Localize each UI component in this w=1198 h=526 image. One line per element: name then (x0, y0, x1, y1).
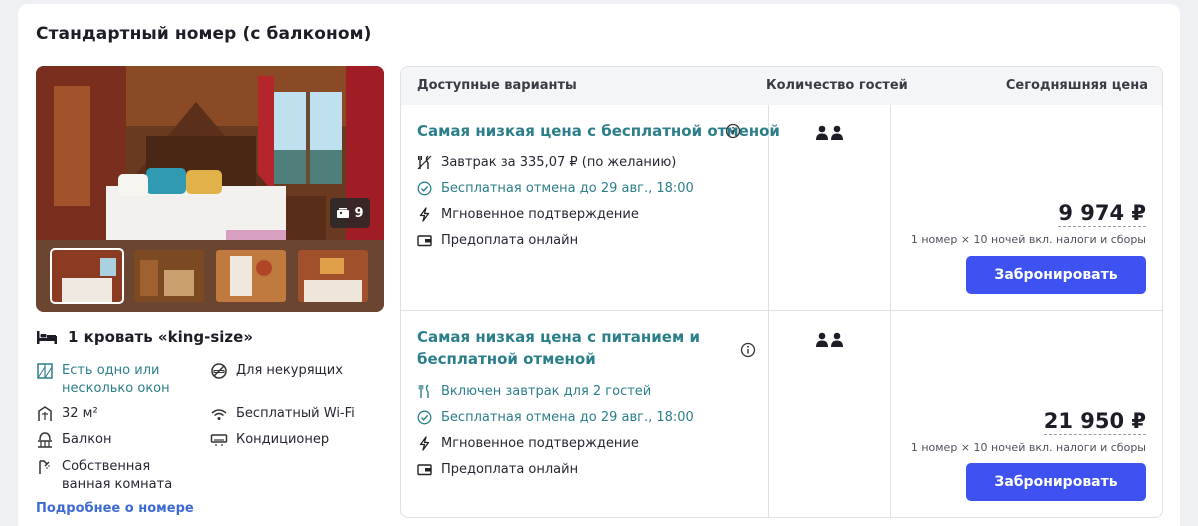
rate-options-table: Доступные варианты Количество гостей Сег… (400, 66, 1163, 518)
amenity-label: 32 м² (62, 406, 98, 421)
column-divider (768, 105, 769, 517)
rate-feature-instant: Мгновенное подтверждение (417, 436, 639, 451)
feature-label: Мгновенное подтверждение (441, 207, 639, 222)
column-divider (890, 105, 891, 517)
feature-label: Предоплата онлайн (441, 233, 579, 248)
lightning-icon (419, 207, 430, 222)
amenity-ac: Кондиционер (210, 431, 329, 449)
rate-option-title[interactable]: Самая низкая цена с питанием и бесплатно… (417, 326, 700, 370)
price-note: 1 номер × 10 ночей вкл. налоги и сборы (910, 441, 1146, 454)
amenity-label: Балкон (62, 432, 112, 447)
column-header-options: Доступные варианты (417, 78, 577, 93)
lightning-icon (419, 436, 430, 451)
check-circle-icon (417, 410, 432, 425)
two-guests-icon (816, 125, 843, 140)
row-divider (401, 310, 1162, 311)
bed-icon (37, 331, 57, 344)
rate-feature-prepay: Предоплата онлайн (417, 233, 578, 248)
rate-feature-cancel: Бесплатная отмена до 29 авг., 18:00 (417, 410, 694, 425)
window-icon (37, 363, 53, 379)
price[interactable]: 9 974 ₽ (1058, 201, 1146, 227)
info-icon[interactable] (725, 123, 741, 139)
rate-feature-prepay: Предоплата онлайн (417, 462, 578, 477)
amenity-label: Есть одно или несколько окон (62, 363, 170, 396)
feature-label: Завтрак за 335,07 ₽ (по желанию) (441, 155, 677, 170)
feature-label: Предоплата онлайн (441, 462, 579, 477)
thumbnail[interactable] (50, 248, 124, 304)
room-title: Стандартный номер (с балконом) (36, 24, 372, 44)
area-icon (38, 406, 52, 421)
shower-icon (39, 460, 50, 474)
two-guests-icon (816, 332, 843, 347)
book-button[interactable]: Забронировать (966, 256, 1146, 294)
rate-feature-breakfast: Включен завтрак для 2 гостей (417, 384, 651, 399)
feature-label: Бесплатная отмена до 29 авг., 18:00 (441, 410, 694, 425)
amenity-label: Для некурящих (236, 363, 343, 378)
room-details-link[interactable]: Подробнее о номере (36, 501, 194, 516)
feature-label: Бесплатная отмена до 29 авг., 18:00 (441, 181, 694, 196)
info-icon[interactable] (740, 342, 756, 358)
book-button[interactable]: Забронировать (966, 463, 1146, 501)
feature-label: Включен завтрак для 2 гостей (441, 384, 652, 399)
wallet-icon (417, 464, 432, 476)
amenity-non-smoking: Для некурящих (210, 362, 343, 380)
amenity-bathroom: Собственная ванная комната (36, 458, 206, 494)
thumbnail-strip (36, 240, 384, 312)
rate-feature-cancel: Бесплатная отмена до 29 авг., 18:00 (417, 181, 694, 196)
air-conditioner-icon (210, 434, 228, 446)
thumbnail[interactable] (216, 250, 286, 302)
amenity-area: 32 м² (36, 405, 98, 423)
price[interactable]: 21 950 ₽ (1043, 409, 1146, 435)
photo-count: 9 (354, 205, 364, 221)
amenity-balcony: Балкон (36, 431, 112, 449)
amenity-window: Есть одно или несколько окон (36, 362, 206, 398)
balcony-icon (38, 432, 52, 448)
rate-feature-instant: Мгновенное подтверждение (417, 207, 639, 222)
amenity-label: Бесплатный Wi-Fi (236, 406, 355, 421)
no-smoking-icon (211, 363, 227, 379)
amenity-label: Кондиционер (236, 432, 330, 447)
gallery-icon (337, 208, 350, 218)
cutlery-icon (418, 384, 429, 398)
feature-label: Мгновенное подтверждение (441, 436, 639, 451)
bed-info: 1 кровать «king-size» (36, 328, 253, 346)
bed-label: 1 кровать «king-size» (68, 328, 254, 346)
column-header-price: Сегодняшняя цена (1005, 78, 1148, 93)
rate-feature-breakfast: Завтрак за 335,07 ₽ (по желанию) (417, 155, 676, 170)
rate-option-title-line: Самая низкая цена с питанием и (417, 328, 700, 346)
rate-option-title-line: бесплатной отменой (417, 350, 596, 368)
thumbnail[interactable] (298, 250, 368, 302)
photo-count-badge[interactable]: 9 (330, 198, 370, 228)
thumbnail[interactable] (134, 250, 204, 302)
wifi-icon (211, 409, 227, 420)
amenity-wifi: Бесплатный Wi-Fi (210, 405, 355, 423)
check-circle-icon (417, 181, 432, 196)
cutlery-off-icon (417, 155, 432, 170)
photo-gallery[interactable]: 9 (36, 66, 384, 312)
table-header: Доступные варианты Количество гостей Сег… (401, 67, 1162, 105)
wallet-icon (417, 235, 432, 247)
price-note: 1 номер × 10 ночей вкл. налоги и сборы (910, 233, 1146, 246)
amenity-label: Собственная ванная комната (62, 459, 173, 492)
column-header-guests: Количество гостей (766, 78, 908, 93)
